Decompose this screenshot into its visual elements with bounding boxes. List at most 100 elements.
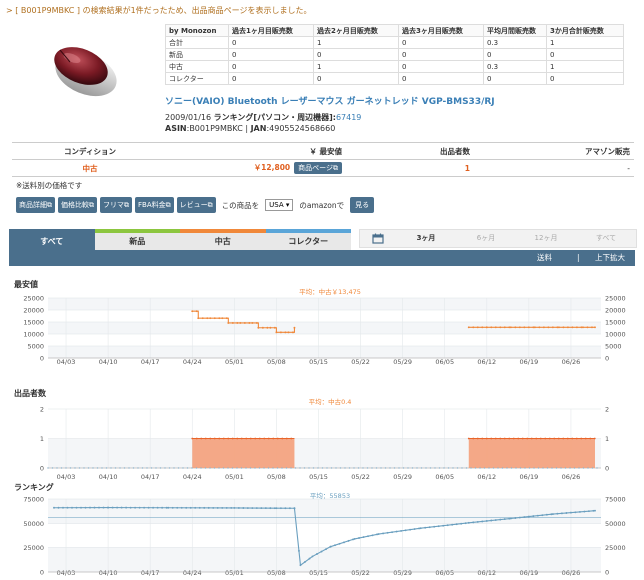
data-point [156, 506, 159, 509]
baseline-point [389, 467, 391, 469]
x-tick-label: 04/17 [141, 473, 160, 481]
baseline-point [443, 467, 445, 469]
data-point [358, 537, 361, 539]
data-point [120, 506, 123, 509]
data-point [589, 437, 592, 440]
data-point [237, 507, 240, 509]
data-point [171, 506, 174, 509]
baseline-point [497, 467, 499, 469]
charts-canvas: 0 05000 500010000 1000015000 1500020000 20000… [23, 287, 625, 577]
x-tick-label: 06/05 [435, 569, 454, 577]
baseline-point [533, 467, 535, 469]
data-point [518, 326, 521, 329]
baseline-point [587, 467, 589, 469]
data-point [246, 507, 249, 509]
data-point [201, 317, 204, 320]
y-tick-label-left: 50000 [23, 520, 44, 528]
data-point [71, 506, 73, 509]
data-point [80, 506, 82, 509]
y-tick-label-left: 75000 [23, 496, 44, 504]
data-point [464, 522, 467, 525]
data-point [490, 326, 493, 329]
baseline-point [434, 467, 436, 469]
data-point [571, 437, 574, 440]
data-point [338, 542, 341, 545]
baseline-point [317, 467, 319, 469]
data-point [212, 506, 215, 509]
data-point [125, 506, 128, 509]
data-point [209, 437, 212, 440]
data-point [382, 532, 385, 535]
baseline-point [146, 467, 148, 469]
y-tick-label-left: 0 [40, 355, 44, 363]
data-point [299, 564, 302, 567]
data-point [569, 511, 572, 514]
baseline-point [231, 467, 234, 469]
x-tick-label: 06/19 [520, 473, 539, 481]
baseline-point [416, 467, 418, 469]
data-point [53, 506, 55, 509]
data-point [560, 512, 563, 515]
x-tick-label: 04/10 [99, 473, 118, 481]
data-point [276, 437, 279, 440]
data-point [266, 326, 269, 329]
data-point [116, 506, 119, 509]
data-point [404, 529, 407, 532]
y-tick-label-right: 0 [605, 355, 609, 363]
data-point [428, 526, 431, 529]
y-tick-label-left: 25000 [23, 544, 44, 552]
data-point [517, 437, 520, 440]
data-point [288, 507, 291, 510]
baseline-point [254, 467, 256, 469]
data-point [167, 506, 170, 509]
baseline-point [204, 467, 207, 469]
y-tick-label-left: 25000 [23, 295, 44, 303]
baseline-point [411, 467, 414, 469]
data-point [547, 326, 550, 329]
baseline-point [164, 467, 166, 469]
data-point [591, 326, 593, 329]
data-point [472, 521, 475, 524]
x-tick-label: 04/17 [141, 569, 160, 577]
data-point [526, 437, 529, 440]
grid-band [48, 322, 601, 334]
baseline-point [344, 467, 346, 469]
data-point [509, 517, 512, 520]
data-point [111, 506, 114, 509]
baseline-point [407, 467, 409, 469]
baseline-point [479, 467, 481, 469]
baseline-point [510, 467, 513, 469]
data-point [287, 331, 290, 334]
baseline-point [465, 467, 468, 469]
baseline-point [519, 467, 522, 469]
data-point [377, 533, 380, 535]
data-point [460, 522, 463, 525]
data-point [362, 536, 365, 539]
data-point [503, 326, 506, 329]
data-point [225, 506, 228, 509]
baseline-point [290, 467, 292, 469]
baseline-point [258, 467, 261, 469]
data-point [195, 437, 198, 440]
x-tick-label: 04/10 [99, 569, 118, 577]
baseline-point [560, 467, 562, 469]
baseline-point [578, 467, 580, 469]
baseline-point [83, 467, 85, 469]
x-tick-label: 05/29 [393, 473, 412, 481]
x-tick-label: 06/26 [562, 473, 581, 481]
data-point [527, 515, 530, 518]
data-point [279, 507, 282, 510]
data-point [476, 437, 479, 440]
data-point [557, 326, 560, 329]
data-point [329, 545, 332, 548]
baseline-point [492, 467, 495, 469]
data-point [308, 557, 311, 560]
data-point [476, 520, 479, 523]
grid-band [48, 298, 601, 310]
baseline-point [195, 467, 198, 469]
data-point [566, 437, 569, 440]
data-point [57, 506, 60, 509]
data-point [514, 326, 517, 329]
data-point [566, 326, 569, 329]
baseline-point [357, 467, 360, 469]
